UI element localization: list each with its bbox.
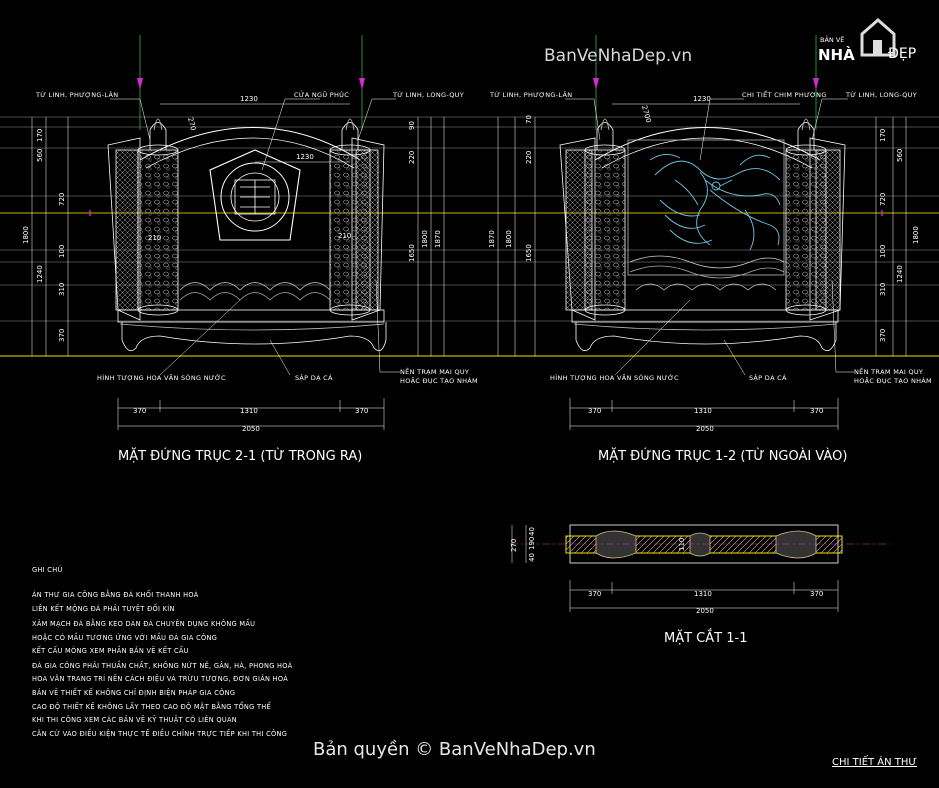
- dim-inner-210a: 210: [148, 234, 161, 242]
- dim-left-370: 370: [58, 329, 66, 342]
- dim-mid-1230: 1230: [296, 153, 314, 161]
- left-dimension-lines: [31, 103, 445, 430]
- dim-r-inner-2700: 2700: [640, 104, 652, 123]
- note-line: ÁN THƯ GIA CÔNG BẰNG ĐÁ KHỐI THANH HOÁ: [32, 589, 199, 599]
- dim-right-90: 90: [408, 121, 416, 130]
- phoenix-carving: [649, 154, 781, 251]
- label-phuong-lan-right: TỨ LINH, PHƯỢNG-LÂN: [489, 90, 572, 99]
- dim-r-bottom-2050: 2050: [696, 425, 714, 433]
- dim-left-1800: 1800: [22, 226, 30, 244]
- right-view-title: MẶT ĐỨNG TRỤC 1-2 (TỪ NGOÀI VÀO): [598, 448, 847, 464]
- logo-small: BẢN VẼ: [820, 35, 844, 44]
- logo-main: NHÀ: [818, 45, 855, 64]
- dim-r-left-70: 70: [525, 115, 533, 124]
- sec-dim-bottom-370b: 370: [810, 590, 823, 598]
- left-axis-markers: [137, 35, 365, 130]
- label-nen-tram-right: NỀN TRẠM MAI QUY: [854, 366, 923, 376]
- dim-r-left-1650: 1650: [525, 244, 533, 262]
- dim-inner-210b: 210: [338, 232, 351, 240]
- label-song-nuoc-left: HÌNH TƯỢNG HOA VĂN SÓNG NƯỚC: [97, 373, 226, 382]
- note-line: LIÊN KẾT MỘNG ĐÁ PHẢI TUYỆT ĐỐI KÍN: [32, 603, 175, 613]
- dim-r-right-100: 100: [879, 245, 887, 258]
- dim-top-1230: 1230: [240, 95, 258, 103]
- dim-left-100: 100: [58, 245, 66, 258]
- sec-dim-40b: 40: [528, 553, 536, 562]
- note-line: HOA VĂN TRANG TRÍ NÊN CÁCH ĐIỆU VÀ TRỪU …: [32, 674, 288, 683]
- dim-r-right-310: 310: [879, 283, 887, 296]
- logo-suffix: ĐẸP: [888, 46, 916, 62]
- note-line: KHI THI CÔNG XEM CÁC BẢN VẼ KỸ THUẬT CÓ …: [32, 715, 237, 724]
- dim-r-right-1240: 1240: [896, 265, 904, 283]
- dim-bottom-370a: 370: [133, 407, 146, 415]
- dim-r-right-560: 560: [896, 149, 904, 162]
- label-long-quy-left: TỨ LINH, LONG-QUY: [392, 90, 464, 99]
- dim-inner-270: 270: [186, 116, 197, 131]
- watermark-top: BanVeNhaDep.vn: [544, 46, 692, 66]
- note-line: CĂN CỨ VÀO ĐIỀU KIỆN THỰC TẾ ĐIỀU CHỈNH …: [32, 728, 287, 738]
- dim-bottom-370b: 370: [355, 407, 368, 415]
- logo: BẢN VẼ NHÀ ĐẸP: [818, 18, 916, 64]
- dim-bottom-1310: 1310: [240, 407, 258, 415]
- notes: GHI CHÚ ÁN THƯ GIA CÔNG BẰNG ĐÁ KHỐI THA…: [32, 565, 293, 738]
- right-elevation: [559, 118, 846, 352]
- dim-left-720: 720: [58, 193, 66, 206]
- note-line: BẢN VẼ THIẾT KẾ KHÔNG CHỈ ĐỊNH BIỆN PHÁP…: [32, 687, 235, 697]
- sec-dim-bottom-1310: 1310: [694, 590, 712, 598]
- dim-r-left-1800: 1800: [505, 230, 513, 248]
- label-duc-nham-right: HOẶC ĐỤC TẠO NHÁM: [854, 376, 932, 385]
- dim-right-1800: 1800: [421, 230, 429, 248]
- sec-dim-270: 270: [510, 539, 518, 552]
- label-duc-nham-left: HOẶC ĐỤC TẠO NHÁM: [400, 376, 478, 385]
- label-long-quy-right: TỨ LINH, LONG-QUY: [845, 90, 917, 99]
- note-line: KẾT CẤU MÓNG XEM PHẦN BẢN VẼ KẾT CẤU: [32, 645, 189, 655]
- section-1-1: 270 40 190 40 110 370 1310 370 2050 MẶT …: [510, 524, 890, 646]
- dim-r-bottom-1310: 1310: [694, 407, 712, 415]
- section-title: MẶT CẮT 1-1: [664, 629, 747, 646]
- sheet-title: CHI TIẾT ÁN THƯ: [832, 754, 917, 768]
- dim-right-1650: 1650: [408, 244, 416, 262]
- dim-r-right-1800: 1800: [912, 226, 920, 244]
- dim-right-220: 220: [408, 151, 416, 164]
- cad-drawing: 170 560 720 1800 100 310 1240 370 1230 1…: [0, 18, 939, 768]
- sec-dim-190: 190: [528, 537, 536, 550]
- dim-left-1240: 1240: [36, 265, 44, 283]
- sec-dim-110: 110: [678, 538, 686, 551]
- left-dims-text: 170 560 720 1800 100 310 1240 370 1230 1…: [22, 95, 442, 433]
- dim-r-left-220: 220: [525, 151, 533, 164]
- label-sap-da-ca-right: SẬP DẠ CÁ: [749, 373, 787, 382]
- sec-dim-40a: 40: [528, 527, 536, 536]
- dim-bottom-2050: 2050: [242, 425, 260, 433]
- dim-right-1870: 1870: [434, 230, 442, 248]
- dim-r-top-1230: 1230: [693, 95, 711, 103]
- note-line: ĐÁ GIA CÔNG PHẢI THUẦN CHẤT, KHÔNG NỨT N…: [32, 660, 293, 670]
- sec-dim-bottom-370a: 370: [588, 590, 601, 598]
- label-song-nuoc-right: HÌNH TƯỢNG HOA VĂN SÓNG NƯỚC: [550, 373, 679, 382]
- label-cua-ngu-phuc: CỬA NGŨ PHÚC: [294, 90, 349, 99]
- dim-r-bottom-370b: 370: [810, 407, 823, 415]
- sec-dim-bottom-2050: 2050: [696, 607, 714, 615]
- dim-r-right-370: 370: [879, 329, 887, 342]
- label-phuong-lan-left: TỨ LINH, PHƯỢNG-LÂN: [35, 90, 118, 99]
- note-line: CAO ĐỘ THIẾT KẾ KHÔNG LẤY THEO CAO ĐỘ MẶ…: [32, 701, 272, 711]
- notes-heading: GHI CHÚ: [32, 565, 63, 574]
- copyright: Bản quyền © BanVeNhaDep.vn: [313, 739, 596, 760]
- note-line: XẢM MẠCH ĐÁ BẰNG KEO DÁN ĐÁ CHUYÊN DỤNG …: [32, 618, 255, 628]
- note-line: HOẶC CÓ MẦU TƯƠNG ỨNG VỚI MẦU ĐÁ GIA CÔN…: [32, 632, 217, 642]
- dim-r-right-170: 170: [879, 129, 887, 142]
- label-nen-tram-left: NỀN TRẠM MAI QUY: [400, 366, 469, 376]
- dim-r-left-1870: 1870: [488, 230, 496, 248]
- label-chim-phuong: CHI TIẾT CHIM PHƯỢNG: [742, 89, 827, 99]
- left-view-title: MẶT ĐỨNG TRỤC 2-1 (TỪ TRONG RA): [118, 448, 362, 464]
- dim-r-right-720: 720: [879, 193, 887, 206]
- dim-left-310: 310: [58, 283, 66, 296]
- dim-left-170: 170: [36, 129, 44, 142]
- label-sap-da-ca-left: SẬP DẠ CÁ: [295, 373, 333, 382]
- dim-r-bottom-370a: 370: [588, 407, 601, 415]
- dim-left-560: 560: [36, 149, 44, 162]
